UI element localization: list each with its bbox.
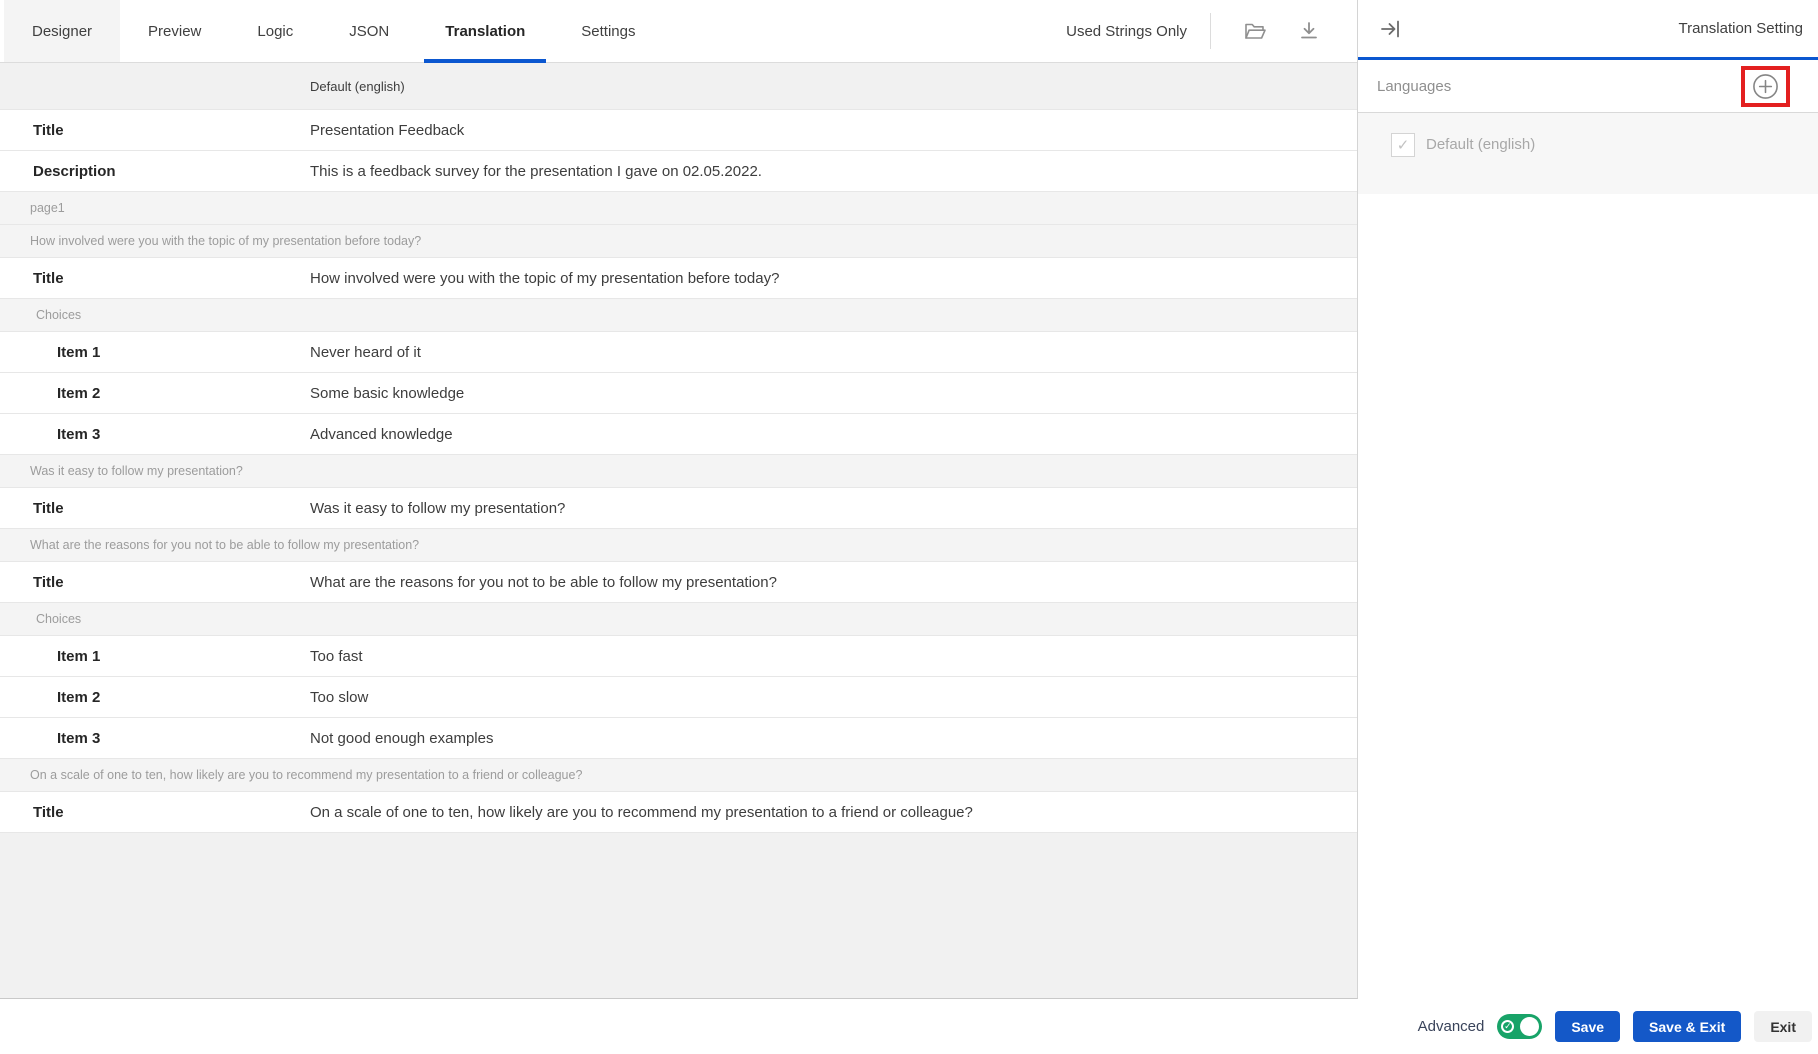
translation-row: Item 1Never heard of it [0,332,1357,373]
tab-label: Translation [445,23,525,40]
used-strings-only-button[interactable]: Used Strings Only [1066,23,1187,40]
tab-label: Designer [32,23,92,40]
translation-row: DescriptionThis is a feedback survey for… [0,151,1357,192]
group-label: page1 [30,201,65,215]
row-label: Item 3 [0,730,310,747]
row-label: Title [0,574,310,591]
translation-value-cell[interactable]: Presentation Feedback [310,122,1357,139]
translation-row: Item 3Not good enough examples [0,718,1357,759]
translation-row: Item 3Advanced knowledge [0,414,1357,455]
row-label: Title [0,804,310,821]
languages-section-header: Languages [1358,60,1818,113]
translation-row: TitleHow involved were you with the topi… [0,258,1357,299]
exit-button[interactable]: Exit [1754,1011,1812,1042]
toggle-check-icon: ✓ [1501,1020,1514,1033]
translation-value-cell[interactable]: What are the reasons for you not to be a… [310,574,1357,591]
row-label: Title [0,122,310,139]
translation-row: TitleWhat are the reasons for you not to… [0,562,1357,603]
translation-group-row: Choices [0,603,1357,636]
group-label: On a scale of one to ten, how likely are… [30,768,582,782]
translation-row: Item 1Too fast [0,636,1357,677]
highlight-box [1741,66,1790,107]
language-checkbox[interactable]: ✓ [1391,133,1415,157]
translation-main-panel: Designer Preview Logic JSON Translation Setti… [0,0,1358,999]
panel-header: Translation Setting [1358,0,1818,60]
toggle-knob [1520,1017,1539,1036]
translation-group-row: Choices [0,299,1357,332]
row-label: Item 1 [0,648,310,665]
group-label: Choices [36,308,81,322]
translation-group-row: What are the reasons for you not to be a… [0,529,1357,562]
open-folder-icon[interactable] [1243,19,1267,43]
translation-row: Item 2Too slow [0,677,1357,718]
collapse-panel-icon[interactable] [1378,17,1402,41]
row-label: Title [0,500,310,517]
translation-table: Default (english) TitlePresentation Feed… [0,63,1357,833]
save-button[interactable]: Save [1555,1011,1620,1042]
tab-json[interactable]: JSON [321,0,417,62]
translation-group-row: Was it easy to follow my presentation? [0,455,1357,488]
translation-row: TitlePresentation Feedback [0,110,1357,151]
translation-row: TitleOn a scale of one to ten, how likel… [0,792,1357,833]
translation-value-cell[interactable]: Not good enough examples [310,730,1357,747]
tab-settings[interactable]: Settings [553,0,663,62]
footer-bar: Advanced ✓ Save Save & Exit Exit [0,999,1818,1054]
tab-designer[interactable]: Designer [4,0,120,62]
translation-value-cell[interactable]: Too slow [310,689,1357,706]
group-label: How involved were you with the topic of … [30,234,421,248]
group-label: Choices [36,612,81,626]
row-label: Item 3 [0,426,310,443]
translation-settings-panel: Translation Setting Languages ✓ [1358,0,1818,999]
survey-creator-app: Designer Preview Logic JSON Translation Setti… [0,0,1818,1054]
translation-value-cell[interactable]: Was it easy to follow my presentation? [310,500,1357,517]
table-rows: TitlePresentation FeedbackDescriptionThi… [0,110,1357,833]
save-and-exit-button[interactable]: Save & Exit [1633,1011,1741,1042]
row-label: Item 2 [0,385,310,402]
translation-value-cell[interactable]: This is a feedback survey for the presen… [310,163,1357,180]
translation-value-cell[interactable]: On a scale of one to ten, how likely are… [310,804,1357,821]
translation-value-cell[interactable]: Advanced knowledge [310,426,1357,443]
translation-group-row: How involved were you with the topic of … [0,225,1357,258]
panel-title: Translation Setting [1678,20,1803,37]
toolbar: Used Strings Only [1066,0,1357,62]
download-icon[interactable] [1297,19,1321,43]
tab-translation[interactable]: Translation [417,0,553,62]
translation-value-cell[interactable]: Too fast [310,648,1357,665]
tab-label: Logic [257,23,293,40]
translation-value-cell[interactable]: Never heard of it [310,344,1357,361]
add-language-icon[interactable] [1752,73,1779,100]
tabs: Designer Preview Logic JSON Translation Setti… [4,0,664,62]
row-label: Item 1 [0,344,310,361]
languages-label: Languages [1377,78,1451,95]
row-label: Item 2 [0,689,310,706]
translation-group-row: page1 [0,192,1357,225]
language-item-label: Default (english) [1426,133,1535,157]
advanced-label: Advanced [1418,1018,1485,1035]
tab-logic[interactable]: Logic [229,0,321,62]
tab-label: Preview [148,23,201,40]
language-list-item: ✓ Default (english) [1358,113,1818,194]
translation-value-cell[interactable]: How involved were you with the topic of … [310,270,1357,287]
group-label: What are the reasons for you not to be a… [30,538,419,552]
default-language-column-header: Default (english) [310,79,1357,94]
group-label: Was it easy to follow my presentation? [30,464,243,478]
tab-label: Settings [581,23,635,40]
row-label: Title [0,270,310,287]
row-label: Description [0,163,310,180]
translation-group-row: On a scale of one to ten, how likely are… [0,759,1357,792]
translation-value-cell[interactable]: Some basic knowledge [310,385,1357,402]
tab-bar: Designer Preview Logic JSON Translation Setti… [0,0,1357,63]
translation-row: TitleWas it easy to follow my presentati… [0,488,1357,529]
tab-preview[interactable]: Preview [120,0,229,62]
translation-row: Item 2Some basic knowledge [0,373,1357,414]
toolbar-divider [1210,13,1211,49]
content-area: Designer Preview Logic JSON Translation Setti… [0,0,1818,999]
checkmark-icon: ✓ [1397,138,1410,153]
advanced-toggle[interactable]: ✓ [1497,1014,1542,1039]
table-header-row: Default (english) [0,63,1357,110]
tab-label: JSON [349,23,389,40]
